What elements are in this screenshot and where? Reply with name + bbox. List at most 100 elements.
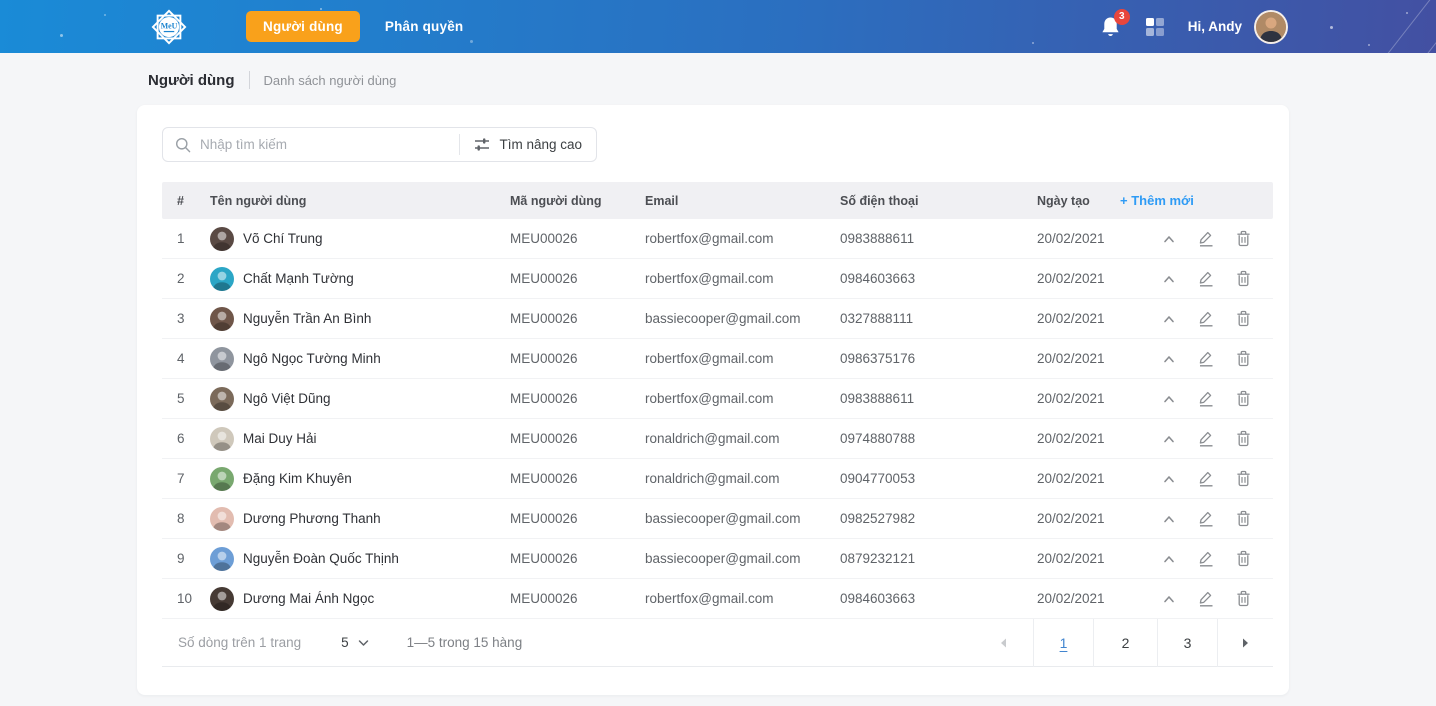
- delete-row-button[interactable]: [1235, 350, 1251, 367]
- chevron-up-icon: [1162, 312, 1176, 326]
- table-row: 5 Ngô Việt Dũng MEU00026 robertfox@gmail…: [162, 379, 1273, 419]
- page-button-1[interactable]: 1: [1033, 619, 1093, 667]
- row-avatar: [210, 427, 234, 451]
- next-page-button[interactable]: [1217, 619, 1273, 667]
- edit-row-button[interactable]: [1198, 230, 1214, 247]
- meu-logo-star-icon: MeU: [148, 6, 190, 48]
- trash-icon: [1236, 390, 1251, 407]
- chevron-up-icon: [1162, 592, 1176, 606]
- advanced-search-button[interactable]: Tìm nâng cao: [460, 128, 596, 161]
- user-phone: 0984603663: [840, 271, 1037, 286]
- column-header-code: Mã người dùng: [510, 194, 645, 208]
- row-index: 7: [162, 471, 210, 486]
- edit-row-button[interactable]: [1198, 510, 1214, 527]
- user-menu[interactable]: Hi, Andy: [1188, 10, 1288, 44]
- rows-per-page-select[interactable]: 5: [341, 635, 369, 650]
- edit-row-button[interactable]: [1198, 430, 1214, 447]
- collapse-row-button[interactable]: [1161, 510, 1177, 527]
- pagination-range-label: 1—5 trong 15 hàng: [407, 635, 523, 650]
- delete-row-button[interactable]: [1235, 270, 1251, 287]
- delete-row-button[interactable]: [1235, 390, 1251, 407]
- collapse-row-button[interactable]: [1161, 430, 1177, 447]
- edit-pencil-icon: [1198, 510, 1214, 527]
- delete-row-button[interactable]: [1235, 310, 1251, 327]
- user-code: MEU00026: [510, 391, 645, 406]
- row-index: 9: [162, 551, 210, 566]
- decorative-line: [1398, 19, 1436, 53]
- row-avatar: [210, 307, 234, 331]
- column-header-name: Tên người dùng: [210, 194, 510, 208]
- page-button-2[interactable]: 2: [1093, 619, 1157, 667]
- edit-row-button[interactable]: [1198, 310, 1214, 327]
- collapse-row-button[interactable]: [1161, 310, 1177, 327]
- row-index: 4: [162, 351, 210, 366]
- trash-icon: [1236, 270, 1251, 287]
- chevron-up-icon: [1162, 392, 1176, 406]
- user-created-date: 20/02/2021: [1037, 551, 1157, 566]
- apps-grid-button[interactable]: [1146, 18, 1164, 36]
- edit-row-button[interactable]: [1198, 390, 1214, 407]
- edit-row-button[interactable]: [1198, 270, 1214, 287]
- collapse-row-button[interactable]: [1161, 270, 1177, 287]
- row-name-cell: Ngô Ngọc Tường Minh: [210, 347, 510, 371]
- edit-row-button[interactable]: [1198, 590, 1214, 607]
- row-actions: [1157, 550, 1273, 567]
- row-name-cell: Dương Phương Thanh: [210, 507, 510, 531]
- notification-count-badge: 3: [1114, 9, 1130, 25]
- user-phone: 0327888111: [840, 311, 1037, 326]
- decorative-dot: [320, 8, 322, 10]
- chevron-up-icon: [1162, 352, 1176, 366]
- delete-row-button[interactable]: [1235, 550, 1251, 567]
- delete-row-button[interactable]: [1235, 430, 1251, 447]
- user-email: robertfox@gmail.com: [645, 391, 840, 406]
- collapse-row-button[interactable]: [1161, 550, 1177, 567]
- user-created-date: 20/02/2021: [1037, 271, 1157, 286]
- nav-tab-phan-quyen[interactable]: Phân quyền: [368, 11, 481, 42]
- user-phone: 0982527982: [840, 511, 1037, 526]
- user-name: Chất Mạnh Tường: [243, 271, 354, 286]
- notifications-button[interactable]: 3: [1100, 15, 1122, 39]
- row-name-cell: Nguyễn Đoàn Quốc Thịnh: [210, 547, 510, 571]
- search-input[interactable]: [200, 137, 459, 152]
- edit-row-button[interactable]: [1198, 350, 1214, 367]
- collapse-row-button[interactable]: [1161, 390, 1177, 407]
- add-new-button[interactable]: + Thêm mới: [1120, 182, 1194, 219]
- table-row: 8 Dương Phương Thanh MEU00026 bassiecoop…: [162, 499, 1273, 539]
- collapse-row-button[interactable]: [1161, 350, 1177, 367]
- row-actions: [1157, 470, 1273, 487]
- collapse-row-button[interactable]: [1161, 470, 1177, 487]
- delete-row-button[interactable]: [1235, 590, 1251, 607]
- user-name: Dương Mai Ánh Ngọc: [243, 591, 374, 606]
- edit-row-button[interactable]: [1198, 470, 1214, 487]
- row-name-cell: Dương Mai Ánh Ngọc: [210, 587, 510, 611]
- greeting-text: Hi, Andy: [1188, 19, 1242, 34]
- row-index: 6: [162, 431, 210, 446]
- user-email: bassiecooper@gmail.com: [645, 551, 840, 566]
- row-name-cell: Mai Duy Hải: [210, 427, 510, 451]
- user-created-date: 20/02/2021: [1037, 231, 1157, 246]
- delete-row-button[interactable]: [1235, 230, 1251, 247]
- table-row: 6 Mai Duy Hải MEU00026 ronaldrich@gmail.…: [162, 419, 1273, 459]
- page-button-3[interactable]: 3: [1157, 619, 1217, 667]
- delete-row-button[interactable]: [1235, 470, 1251, 487]
- trash-icon: [1236, 590, 1251, 607]
- user-code: MEU00026: [510, 311, 645, 326]
- logo-text: MeU: [161, 21, 178, 30]
- trash-icon: [1236, 310, 1251, 327]
- user-phone: 0983888611: [840, 391, 1037, 406]
- user-code: MEU00026: [510, 551, 645, 566]
- previous-page-button[interactable]: [973, 619, 1033, 667]
- nav-tab-nguoi-dung[interactable]: Người dùng: [246, 11, 360, 42]
- grid-square: [1156, 18, 1164, 26]
- user-name: Nguyễn Đoàn Quốc Thịnh: [243, 551, 399, 566]
- user-name: Nguyễn Trần An Bình: [243, 311, 371, 326]
- user-list-card: Tìm nâng cao # Tên người dùng Mã người d…: [137, 105, 1289, 695]
- collapse-row-button[interactable]: [1161, 230, 1177, 247]
- collapse-row-button[interactable]: [1161, 590, 1177, 607]
- chevron-down-icon: [358, 639, 369, 647]
- edit-row-button[interactable]: [1198, 550, 1214, 567]
- column-header-phone: Số điện thoại: [840, 194, 1037, 208]
- delete-row-button[interactable]: [1235, 510, 1251, 527]
- app-logo[interactable]: MeU: [148, 6, 190, 48]
- user-code: MEU00026: [510, 351, 645, 366]
